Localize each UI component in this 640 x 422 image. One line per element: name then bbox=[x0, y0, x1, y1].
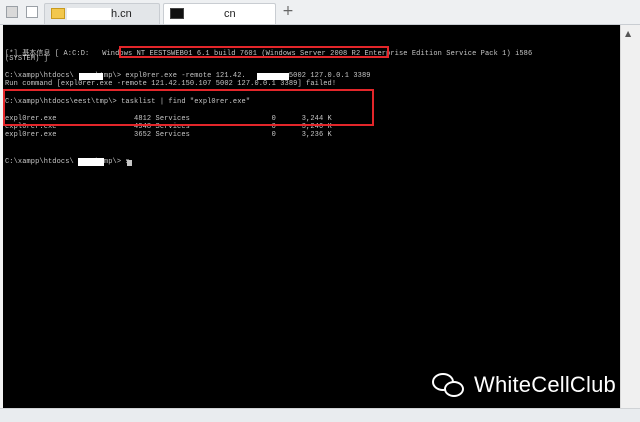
redacted-block bbox=[257, 73, 289, 80]
highlight-box-tasklist bbox=[3, 89, 374, 126]
terminal-line: Run command [expl0rer.exe -remote 121.42… bbox=[5, 80, 337, 88]
terminal-line: (SYSTEM) ] bbox=[5, 55, 49, 63]
new-tab-button[interactable]: + bbox=[280, 3, 296, 19]
folder-icon bbox=[51, 8, 65, 19]
highlight-box-command bbox=[119, 46, 389, 58]
tab-label: h.cn bbox=[111, 8, 132, 20]
redacted-block bbox=[78, 158, 104, 166]
text-cursor bbox=[127, 160, 132, 166]
terminal-icon bbox=[170, 8, 184, 19]
bottom-bar bbox=[0, 408, 640, 422]
wechat-icon bbox=[432, 371, 468, 399]
terminal-line: C:\xampp\htdocs\ \tmp\> expl0rer.exe -re… bbox=[5, 72, 371, 80]
watermark-text: WhiteCellClub bbox=[474, 372, 616, 397]
window-control-icon[interactable] bbox=[6, 6, 18, 18]
tab-terminal[interactable]: cn bbox=[163, 3, 276, 24]
terminal-line: C:\xampp\htdocs\ \tmp\> s bbox=[5, 158, 130, 166]
redacted-block bbox=[67, 8, 111, 20]
vertical-scrollbar[interactable]: ▲ bbox=[620, 25, 640, 408]
scroll-up-icon[interactable]: ▲ bbox=[625, 29, 631, 38]
tab-label: cn bbox=[224, 8, 236, 20]
watermark: WhiteCellClub bbox=[432, 362, 616, 408]
terminal-window[interactable]: [*] 基本信息 [ A:C:D: Windows NT EESTSWEB01 … bbox=[3, 25, 620, 408]
window-control-icon[interactable] bbox=[26, 6, 38, 18]
tab-bar: h.cn cn + bbox=[0, 0, 640, 25]
tab-explorer[interactable]: h.cn bbox=[44, 3, 160, 24]
redacted-block bbox=[79, 73, 103, 80]
terminal-line: expl0rer.exe 3652 Services 0 3,236 K bbox=[5, 131, 332, 139]
